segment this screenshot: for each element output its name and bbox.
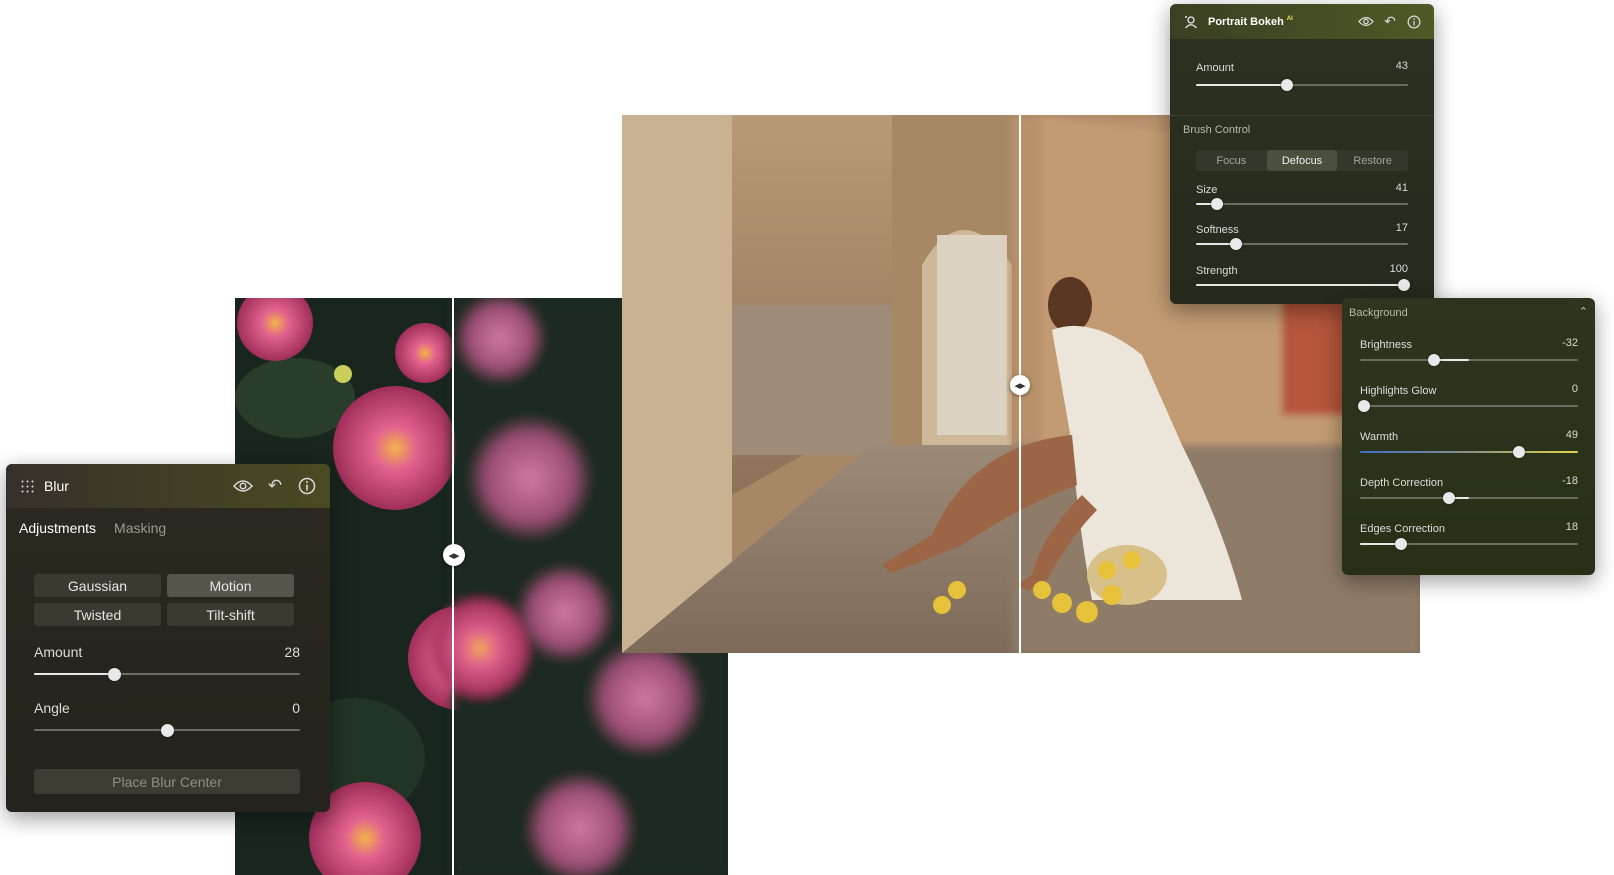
section-divider (1170, 115, 1434, 116)
info-icon[interactable] (1406, 14, 1422, 30)
amount-slider-row: Amount 28 (34, 644, 300, 682)
portrait-bokeh-panel: Portrait Bokeh AI ↶ Amount 43 Brush Contr… (1170, 4, 1434, 304)
brightness-slider-row: Brightness -32 (1360, 337, 1578, 366)
warmth-slider-track[interactable] (1360, 451, 1578, 453)
highlights-glow-slider-track[interactable] (1360, 405, 1578, 407)
compare-divider[interactable] (452, 298, 454, 875)
amount-slider-fill (34, 673, 114, 675)
background-panel: Background ⌃ Brightness -32 Highlights G… (1342, 298, 1595, 575)
size-slider-thumb[interactable] (1211, 198, 1224, 210)
warmth-label: Warmth (1360, 431, 1399, 443)
blur-tabs: Adjustments Masking (6, 508, 330, 548)
bokeh-amount-row: Amount 43 (1196, 60, 1408, 92)
brush-defocus-button[interactable]: Defocus (1266, 150, 1338, 171)
bokeh-panel-header[interactable]: Portrait Bokeh AI ↶ (1170, 4, 1434, 39)
size-value: 41 (1395, 182, 1408, 194)
undo-icon[interactable]: ↶ (1382, 14, 1398, 30)
angle-value: 0 (292, 700, 300, 716)
portrait-icon (1182, 13, 1200, 31)
brightness-label: Brightness (1360, 339, 1412, 351)
size-slider-row: Size 41 (1196, 182, 1408, 210)
brightness-slider-track[interactable] (1360, 359, 1578, 361)
softness-slider-row: Softness 17 (1196, 222, 1408, 250)
blur-mode-grid: Gaussian Motion Twisted Tilt-shift (34, 574, 300, 626)
info-icon[interactable] (296, 475, 318, 497)
softness-label: Softness (1196, 224, 1239, 236)
bokeh-amount-fill (1196, 84, 1288, 86)
amount-value: 28 (284, 644, 300, 660)
depth-correction-slider-thumb[interactable] (1443, 492, 1456, 504)
brightness-slider-thumb[interactable] (1428, 354, 1441, 366)
brush-focus-button[interactable]: Focus (1196, 150, 1267, 171)
grid-dots-icon (18, 477, 36, 495)
eye-icon[interactable] (232, 475, 254, 497)
size-label: Size (1196, 184, 1218, 196)
depth-correction-label: Depth Correction (1360, 477, 1444, 489)
mode-tiltshift-button[interactable]: Tilt-shift (167, 603, 294, 626)
brush-control-title: Brush Control (1183, 124, 1251, 136)
strength-slider-fill (1196, 284, 1404, 286)
background-panel-title: Background (1349, 307, 1408, 319)
warmth-value: 49 (1565, 429, 1578, 441)
highlights-glow-value: 0 (1571, 383, 1578, 395)
bokeh-amount-value: 43 (1395, 60, 1408, 72)
strength-value: 100 (1389, 263, 1408, 275)
strength-slider-row: Strength 100 (1196, 263, 1410, 291)
bokeh-amount-thumb[interactable] (1281, 79, 1294, 91)
undo-icon[interactable]: ↶ (264, 475, 286, 497)
bokeh-title-text: Portrait Bokeh (1208, 15, 1284, 28)
brush-restore-button[interactable]: Restore (1337, 150, 1408, 171)
brush-mode-segmented: Focus Defocus Restore (1196, 150, 1408, 171)
strength-label: Strength (1196, 265, 1238, 277)
angle-slider-thumb[interactable] (161, 724, 174, 737)
eye-icon[interactable] (1358, 14, 1374, 30)
bokeh-amount-label: Amount (1196, 62, 1234, 74)
edges-correction-label: Edges Correction (1360, 523, 1445, 535)
bokeh-panel-title: Portrait Bokeh AI (1208, 16, 1293, 28)
depth-correction-value: -18 (1562, 475, 1578, 487)
compare-handle-icon[interactable]: ◂▸ (443, 544, 465, 566)
angle-label: Angle (34, 700, 70, 716)
place-blur-center-button[interactable]: Place Blur Center (34, 769, 300, 794)
strength-slider-thumb[interactable] (1397, 279, 1410, 291)
edges-correction-slider-thumb[interactable] (1395, 538, 1408, 550)
compare-handle-icon[interactable]: ◂▸ (1010, 375, 1030, 395)
blur-panel: Blur ↶ Adjustments Masking Gaussian Moti… (6, 464, 330, 812)
tab-adjustments[interactable]: Adjustments (19, 520, 96, 536)
highlights-glow-label: Highlights Glow (1360, 385, 1437, 397)
warmth-slider-row: Warmth 49 (1360, 429, 1578, 458)
edges-correction-value: 18 (1565, 521, 1578, 533)
softness-value: 17 (1395, 222, 1408, 234)
tab-masking[interactable]: Masking (114, 520, 166, 536)
blur-panel-title: Blur (44, 478, 69, 494)
amount-slider-thumb[interactable] (107, 668, 121, 681)
highlights-glow-slider-row: Highlights Glow 0 (1358, 383, 1578, 412)
chevron-up-icon[interactable]: ⌃ (1579, 305, 1588, 318)
amount-label: Amount (34, 644, 83, 660)
ai-badge: AI (1286, 15, 1293, 22)
brightness-value: -32 (1562, 337, 1578, 349)
mode-motion-button[interactable]: Motion (167, 574, 294, 597)
depth-correction-slider-row: Depth Correction -18 (1360, 475, 1578, 504)
mode-twisted-button[interactable]: Twisted (34, 603, 161, 626)
size-slider-track[interactable] (1196, 203, 1408, 205)
angle-slider-row: Angle 0 (34, 700, 300, 738)
edges-correction-slider-row: Edges Correction 18 (1360, 521, 1578, 550)
warmth-slider-thumb[interactable] (1513, 446, 1526, 458)
blur-panel-header[interactable]: Blur ↶ (6, 464, 330, 508)
depth-correction-slider-track[interactable] (1360, 497, 1578, 499)
softness-slider-thumb[interactable] (1230, 238, 1243, 250)
highlights-glow-slider-thumb[interactable] (1358, 400, 1371, 412)
mode-gaussian-button[interactable]: Gaussian (34, 574, 161, 597)
